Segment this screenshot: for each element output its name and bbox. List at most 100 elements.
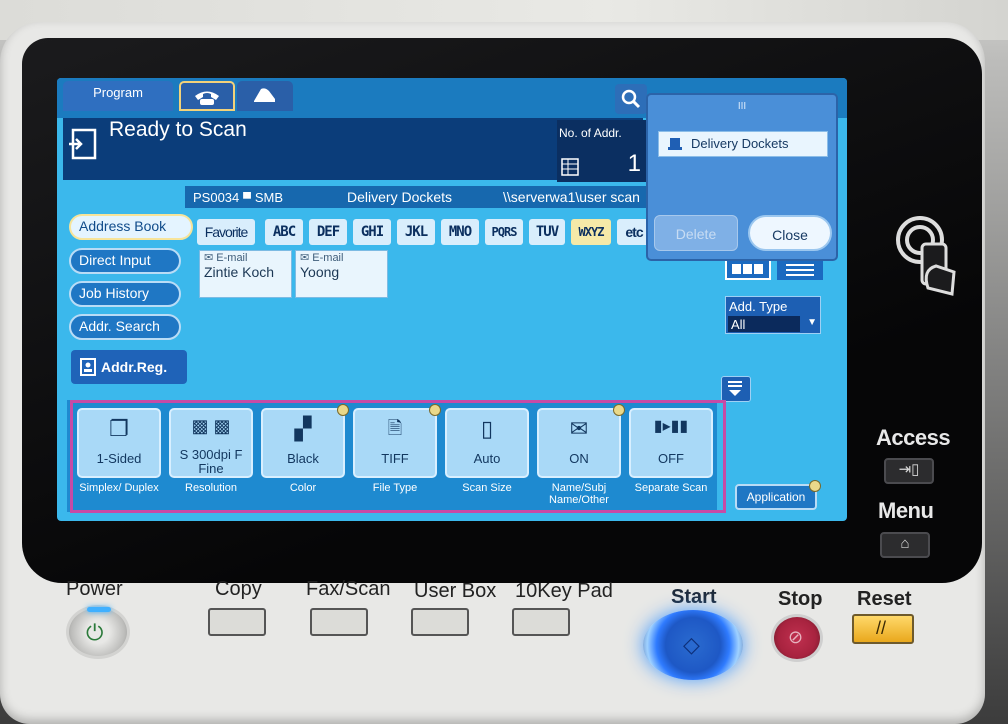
index-tab-label: TUV (535, 224, 559, 240)
annotation-highlight-box (70, 400, 726, 513)
destination-bar: PS0034 ▀ SMB Delivery Dockets \\serverwa… (185, 186, 647, 208)
application-button[interactable]: Application (735, 480, 821, 510)
search-button[interactable] (615, 84, 647, 114)
address-count-value: 1 (627, 150, 641, 177)
phone-icon (195, 91, 219, 105)
index-tab-label: MNO (448, 224, 472, 240)
scan-document-icon (69, 128, 97, 160)
grid-view-icon (732, 264, 763, 274)
index-tab-label: Favorite (204, 224, 249, 240)
popup-close-label: Close (772, 227, 808, 243)
contact-card[interactable]: ✉ E-mail Yoong (295, 250, 388, 298)
add-type-value: All (731, 317, 746, 332)
reset-icon: // (876, 618, 887, 638)
fax-scan-button[interactable] (310, 608, 368, 636)
envelope-icon: ✉ (204, 252, 214, 264)
add-type-label: Add. Type (729, 299, 788, 314)
destination-popup: III Delivery Dockets Delete Close (646, 93, 838, 261)
tab-program[interactable]: Program (63, 81, 173, 111)
list-view-icon (786, 264, 814, 276)
nav-address-book[interactable]: Address Book (69, 214, 193, 240)
tab-phone[interactable] (179, 81, 235, 111)
user-box-button[interactable] (411, 608, 469, 636)
nav-direct-input[interactable]: Direct Input (69, 248, 181, 274)
add-type-value-box: All (728, 316, 800, 332)
tenkey-pad-button[interactable] (512, 608, 570, 636)
popup-destination-item[interactable]: Delivery Dockets (658, 131, 828, 157)
contact-name: Zintie Koch (204, 264, 275, 280)
index-tab-label: JKL (404, 224, 428, 240)
power-led (87, 607, 111, 612)
nav-job-history[interactable]: Job History (69, 281, 181, 307)
start-icon: ◇ (683, 632, 700, 657)
index-tab-wxyz[interactable]: WXYZ (571, 219, 611, 245)
popup-delete-label: Delete (675, 226, 717, 242)
reset-button[interactable]: // (852, 614, 914, 644)
smb-icon: ▀ (243, 193, 251, 205)
destination-protocol: SMB (254, 190, 284, 205)
fax-icon (254, 88, 275, 102)
nfc-touch-icon (896, 216, 956, 296)
index-tab-label: PQRS (491, 225, 518, 239)
index-tab-favorite[interactable]: Favorite (197, 219, 255, 245)
access-icon: ⇥▯ (898, 461, 920, 478)
index-tab-label: ABC (272, 224, 296, 240)
popup-item-label: Delivery Dockets (691, 136, 789, 151)
status-dot (809, 480, 821, 492)
tenkey-pad-label: 10Key Pad (515, 580, 613, 602)
popup-handle[interactable]: III (648, 101, 836, 112)
index-tab-jkl[interactable]: JKL (397, 219, 435, 245)
dropdown-arrow-icon: ▼ (807, 317, 817, 328)
power-button[interactable]: ⏻ (66, 605, 130, 659)
nav-addr-search-label: Addr. Search (79, 318, 160, 334)
destination-id: PS0034 (193, 190, 240, 205)
nav-addr-search[interactable]: Addr. Search (69, 314, 181, 340)
nav-address-book-label: Address Book (79, 218, 167, 234)
stop-label: Stop (778, 588, 823, 610)
popup-delete-button[interactable]: Delete (654, 215, 738, 251)
grid-view-toggle[interactable] (725, 258, 771, 280)
add-type-selector[interactable]: Add. Type All ▼ (725, 296, 821, 334)
stop-icon: ⊘ (788, 627, 804, 647)
list-view-toggle[interactable] (777, 258, 823, 280)
index-tab-mno[interactable]: MNO (441, 219, 479, 245)
menu-home-button[interactable]: ⌂ (880, 532, 930, 558)
index-tab-abc[interactable]: ABC (265, 219, 303, 245)
tab-program-label: Program (93, 85, 143, 100)
search-icon (621, 89, 641, 109)
computer-icon (668, 138, 682, 150)
index-tab-def[interactable]: DEF (309, 219, 347, 245)
access-label: Access (876, 425, 951, 450)
scroll-down-button[interactable] (721, 376, 751, 402)
power-label: Power (66, 578, 123, 600)
index-tab-label: etc (625, 224, 643, 240)
start-button[interactable]: ◇ (643, 610, 743, 680)
envelope-icon: ✉ (300, 252, 310, 264)
scroll-down-icon (728, 381, 742, 396)
stop-button[interactable]: ⊘ (771, 614, 823, 662)
start-label: Start (671, 586, 717, 608)
contact-name: Yoong (300, 264, 340, 280)
destination-name: Delivery Dockets (347, 189, 453, 205)
address-card-icon (80, 358, 96, 376)
index-tab-pqrs[interactable]: PQRS (485, 219, 523, 245)
contact-type: E-mail (312, 252, 344, 264)
list-icon (561, 158, 579, 176)
addr-reg-button[interactable]: Addr.Reg. (71, 350, 187, 384)
index-tab-ghi[interactable]: GHI (353, 219, 391, 245)
index-tab-label: GHI (360, 224, 384, 240)
copy-label: Copy (215, 578, 262, 600)
popup-close-button[interactable]: Close (748, 215, 832, 251)
address-count-box: No. of Addr. 1 (557, 120, 647, 182)
reset-label: Reset (857, 588, 912, 610)
contact-card[interactable]: ✉ E-mail Zintie Koch (199, 250, 292, 298)
contact-type: E-mail (216, 252, 248, 264)
index-tab-tuv[interactable]: TUV (529, 219, 565, 245)
destination-path: \\serverwa1\user scan (503, 189, 640, 205)
application-label: Application (746, 490, 806, 504)
nav-direct-input-label: Direct Input (79, 252, 151, 268)
copy-button[interactable] (208, 608, 266, 636)
tab-fax[interactable] (237, 81, 293, 111)
access-button[interactable]: ⇥▯ (884, 458, 934, 484)
menu-label: Menu (878, 498, 934, 523)
